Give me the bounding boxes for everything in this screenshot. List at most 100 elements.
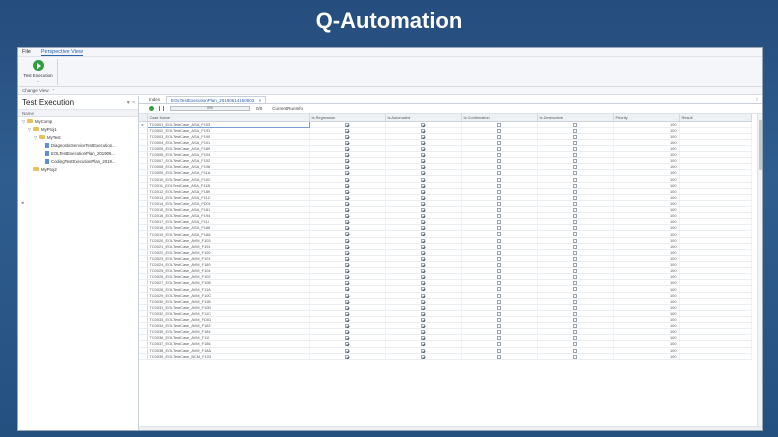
checkbox[interactable] <box>497 348 501 353</box>
checkbox[interactable] <box>573 324 577 328</box>
checkbox[interactable] <box>497 171 501 175</box>
checkbox[interactable] <box>573 122 577 127</box>
checkbox[interactable] <box>421 189 425 194</box>
checkbox[interactable] <box>497 177 501 182</box>
checkbox[interactable] <box>573 354 577 359</box>
checkbox[interactable] <box>345 250 349 255</box>
checkbox[interactable] <box>345 201 349 206</box>
checkbox[interactable] <box>345 140 349 145</box>
checkbox[interactable] <box>497 208 501 212</box>
tab-index[interactable]: Index <box>145 96 164 103</box>
checkbox[interactable] <box>497 244 501 249</box>
run-icon[interactable] <box>149 106 154 111</box>
checkbox[interactable] <box>421 183 425 188</box>
checkbox[interactable] <box>345 305 349 310</box>
checkbox[interactable] <box>421 220 425 224</box>
checkbox[interactable] <box>573 342 577 347</box>
column-header[interactable]: Is Destructive <box>537 114 614 122</box>
checkbox[interactable] <box>497 330 501 334</box>
checkbox[interactable] <box>421 146 425 151</box>
checkbox[interactable] <box>421 281 425 285</box>
checkbox[interactable] <box>421 122 425 127</box>
checkbox[interactable] <box>345 189 349 194</box>
checkbox[interactable] <box>573 208 577 212</box>
checkbox[interactable] <box>497 153 501 157</box>
checkbox[interactable] <box>345 128 349 133</box>
checkbox[interactable] <box>497 128 501 133</box>
checkbox[interactable] <box>573 250 577 255</box>
checkbox[interactable] <box>345 122 349 127</box>
checkbox[interactable] <box>573 311 577 316</box>
column-header[interactable]: Result <box>679 114 752 122</box>
checkbox[interactable] <box>573 232 577 237</box>
tree-item[interactable]: ▽ MyProj1 <box>18 125 138 133</box>
checkbox[interactable] <box>345 263 349 267</box>
checkbox[interactable] <box>573 305 577 310</box>
checkbox[interactable] <box>497 275 501 279</box>
checkbox[interactable] <box>421 244 425 249</box>
vertical-scrollbar[interactable] <box>757 114 762 430</box>
checkbox[interactable] <box>497 195 501 200</box>
checkbox[interactable] <box>345 324 349 328</box>
checkbox[interactable] <box>497 165 501 169</box>
checkbox[interactable] <box>421 348 425 353</box>
column-header[interactable]: Is Confirmation <box>461 114 538 122</box>
checkbox[interactable] <box>497 305 501 310</box>
checkbox[interactable] <box>573 287 577 292</box>
tree-item[interactable]: CodingTestExecutionPlan_2019... <box>18 157 138 165</box>
checkbox[interactable] <box>345 146 349 151</box>
checkbox[interactable] <box>421 293 425 298</box>
checkbox[interactable] <box>345 220 349 224</box>
checkbox[interactable] <box>497 159 501 163</box>
checkbox[interactable] <box>421 128 425 133</box>
checkbox[interactable] <box>421 287 425 292</box>
checkbox[interactable] <box>497 220 501 224</box>
checkbox[interactable] <box>497 146 501 151</box>
tree-item[interactable]: ▽ MyComp <box>18 117 138 125</box>
scroll-thumb[interactable] <box>759 120 762 170</box>
checkbox[interactable] <box>345 342 349 347</box>
checkbox[interactable] <box>345 318 349 322</box>
checkbox[interactable] <box>573 336 577 340</box>
checkbox[interactable] <box>345 269 349 273</box>
checkbox[interactable] <box>421 263 425 267</box>
checkbox[interactable] <box>573 128 577 133</box>
column-header[interactable]: Is Automated <box>385 114 462 122</box>
checkbox[interactable] <box>497 299 501 304</box>
checkbox[interactable] <box>345 348 349 353</box>
checkbox[interactable] <box>497 140 501 145</box>
checkbox[interactable] <box>421 201 425 206</box>
checkbox[interactable] <box>497 201 501 206</box>
checkbox[interactable] <box>497 336 501 340</box>
checkbox[interactable] <box>421 134 425 139</box>
checkbox[interactable] <box>573 189 577 194</box>
checkbox[interactable] <box>345 159 349 163</box>
checkbox[interactable] <box>497 214 501 218</box>
checkbox[interactable] <box>573 146 577 151</box>
menu-perspective-view[interactable]: Perspective View <box>40 49 83 56</box>
checkbox[interactable] <box>345 165 349 169</box>
menu-file[interactable]: File <box>22 49 31 55</box>
checkbox[interactable] <box>421 238 425 243</box>
checkbox[interactable] <box>573 159 577 163</box>
tree-item[interactable]: MyProj2 <box>18 165 138 173</box>
checkbox[interactable] <box>421 171 425 175</box>
checkbox[interactable] <box>345 208 349 212</box>
checkbox[interactable] <box>497 232 501 237</box>
checkbox[interactable] <box>345 354 349 359</box>
checkbox[interactable] <box>573 281 577 285</box>
checkbox[interactable] <box>345 171 349 175</box>
checkbox[interactable] <box>345 226 349 230</box>
checkbox[interactable] <box>573 171 577 175</box>
checkbox[interactable] <box>421 318 425 322</box>
checkbox[interactable] <box>497 293 501 298</box>
expand-icon[interactable]: ⌃ <box>52 88 55 93</box>
checkbox[interactable] <box>345 214 349 218</box>
checkbox[interactable] <box>497 324 501 328</box>
checkbox[interactable] <box>345 177 349 182</box>
checkbox[interactable] <box>421 330 425 334</box>
checkbox[interactable] <box>573 201 577 206</box>
checkbox[interactable] <box>497 250 501 255</box>
checkbox[interactable] <box>345 330 349 334</box>
close-icon[interactable]: × <box>259 98 262 103</box>
